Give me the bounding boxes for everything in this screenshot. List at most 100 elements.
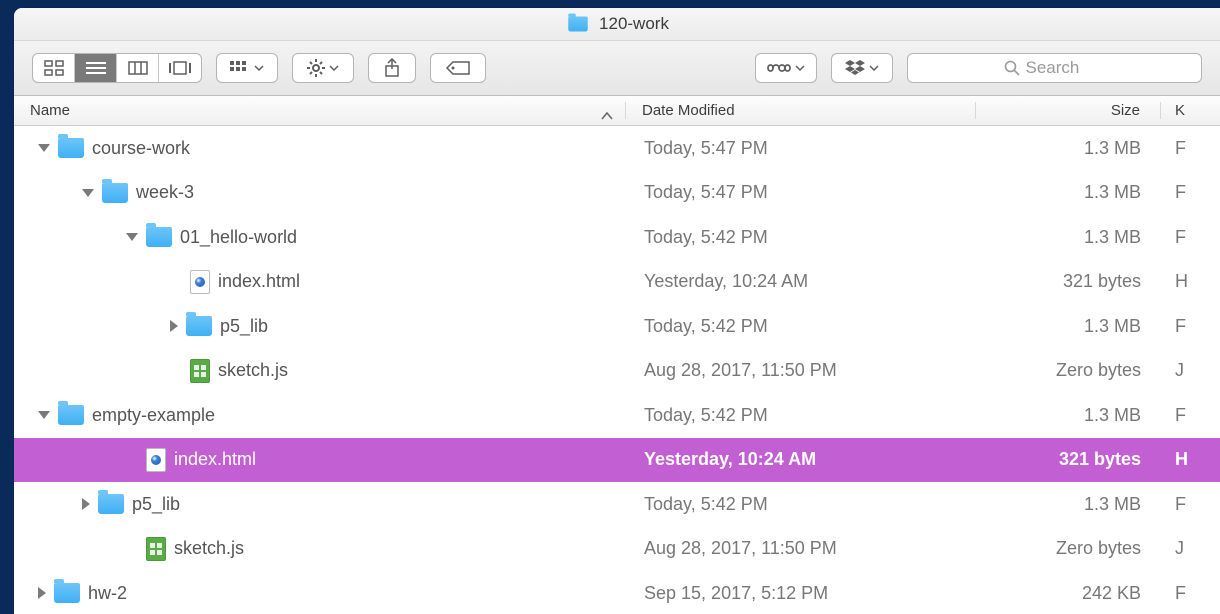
file-row[interactable]: empty-example Today, 5:42 PM1.3 MBF [14, 393, 1220, 438]
file-name: sketch.js [174, 538, 244, 559]
chevron-down-icon [795, 65, 805, 71]
chevron-down-icon [254, 65, 264, 71]
folder-icon [186, 316, 212, 336]
search-input[interactable] [1026, 58, 1106, 78]
folder-icon [58, 405, 84, 425]
file-kind: F [1161, 405, 1201, 426]
folder-icon [102, 183, 128, 203]
file-size: Zero bytes [976, 360, 1161, 381]
infinity-button[interactable] [755, 53, 817, 83]
column-header-kind[interactable]: K [1161, 102, 1201, 119]
view-gallery-button[interactable] [159, 54, 201, 82]
html-file-icon [190, 270, 210, 294]
folder-icon [98, 494, 124, 514]
finder-window: 120-work [14, 8, 1220, 614]
file-name: index.html [218, 271, 300, 292]
arrange-button[interactable] [216, 53, 278, 83]
file-row[interactable]: index.htmlYesterday, 10:24 AM321 bytesH [14, 260, 1220, 305]
file-date: Yesterday, 10:24 AM [626, 449, 976, 470]
file-row[interactable]: course-workToday, 5:47 PM1.3 MBF [14, 126, 1220, 171]
window-title: 120-work [599, 14, 669, 34]
file-row[interactable]: 01_hello-worldToday, 5:42 PM1.3 MBF [14, 215, 1220, 260]
js-file-icon [190, 359, 210, 383]
file-kind: H [1161, 271, 1201, 292]
file-date: Today, 5:42 PM [626, 494, 976, 515]
html-file-icon [146, 448, 166, 472]
disclosure-open-icon[interactable] [126, 233, 138, 241]
file-date: Aug 28, 2017, 11:50 PM [626, 360, 976, 381]
js-file-icon [146, 537, 166, 561]
file-kind: F [1161, 138, 1201, 159]
disclosure-open-icon[interactable] [38, 144, 50, 152]
file-name: course-work [92, 138, 190, 159]
file-size: 1.3 MB [976, 405, 1161, 426]
column-header-date[interactable]: Date Modified [626, 102, 976, 119]
disclosure-closed-icon[interactable] [82, 498, 90, 510]
view-mode-segment [32, 53, 202, 83]
file-name: week-3 [136, 182, 194, 203]
file-row[interactable]: sketch.js Aug 28, 2017, 11:50 PMZero byte… [14, 527, 1220, 572]
chevron-down-icon [869, 65, 879, 71]
file-kind: F [1161, 494, 1201, 515]
file-row[interactable]: p5_lib Today, 5:42 PM1.3 MBF [14, 482, 1220, 527]
infinity-icon [767, 62, 791, 74]
file-size: Zero bytes [976, 538, 1161, 559]
disclosure-open-icon[interactable] [38, 411, 50, 419]
share-button[interactable] [368, 53, 416, 83]
file-size: 321 bytes [976, 449, 1161, 470]
titlebar[interactable]: 120-work [14, 8, 1220, 41]
file-kind: H [1161, 449, 1201, 470]
file-kind: J [1161, 538, 1201, 559]
file-name: 01_hello-world [180, 227, 297, 248]
file-date: Today, 5:47 PM [626, 138, 976, 159]
disclosure-open-icon[interactable] [82, 189, 94, 197]
folder-icon [146, 227, 172, 247]
file-name: hw-2 [88, 583, 127, 604]
file-row[interactable]: index.html Yesterday, 10:24 AM321 bytesH [14, 438, 1220, 483]
view-column-button[interactable] [117, 54, 159, 82]
icon-view-icon [44, 60, 64, 76]
file-date: Today, 5:42 PM [626, 316, 976, 337]
search-field[interactable] [907, 53, 1202, 83]
file-name: empty-example [92, 405, 215, 426]
sort-ascending-icon [601, 111, 613, 121]
search-icon [1004, 60, 1020, 76]
dropbox-icon [845, 60, 865, 76]
file-row[interactable]: hw-2Sep 15, 2017, 5:12 PM242 KBF [14, 571, 1220, 614]
view-icon-button[interactable] [33, 54, 75, 82]
file-size: 1.3 MB [976, 227, 1161, 248]
file-name: sketch.js [218, 360, 288, 381]
file-kind: F [1161, 182, 1201, 203]
file-name: p5_lib [132, 494, 180, 515]
file-size: 1.3 MB [976, 316, 1161, 337]
folder-icon [54, 583, 80, 603]
file-row[interactable]: p5_lib Today, 5:42 PM1.3 MBF [14, 304, 1220, 349]
disclosure-closed-icon[interactable] [170, 320, 178, 332]
file-list: course-workToday, 5:47 PM1.3 MBFweek-3To… [14, 126, 1220, 614]
file-date: Yesterday, 10:24 AM [626, 271, 976, 292]
file-date: Aug 28, 2017, 11:50 PM [626, 538, 976, 559]
tags-button[interactable] [430, 53, 486, 83]
file-row[interactable]: sketch.js Aug 28, 2017, 11:50 PMZero byte… [14, 349, 1220, 394]
dropbox-button[interactable] [831, 53, 893, 83]
view-list-button[interactable] [75, 54, 117, 82]
column-header-name[interactable]: Name [14, 102, 626, 119]
arrange-icon [230, 61, 250, 75]
toolbar [14, 41, 1220, 96]
file-name: p5_lib [220, 316, 268, 337]
file-date: Today, 5:42 PM [626, 227, 976, 248]
file-name: index.html [174, 449, 256, 470]
action-button[interactable] [292, 53, 354, 83]
file-date: Today, 5:47 PM [626, 182, 976, 203]
disclosure-closed-icon[interactable] [38, 587, 46, 599]
file-date: Today, 5:42 PM [626, 405, 976, 426]
column-header-size[interactable]: Size [976, 102, 1161, 119]
column-headers: Name Date Modified Size K [14, 96, 1220, 126]
file-row[interactable]: week-3Today, 5:47 PM1.3 MBF [14, 171, 1220, 216]
column-view-icon [128, 61, 148, 75]
tag-icon [445, 60, 471, 76]
file-size: 1.3 MB [976, 494, 1161, 515]
folder-icon [58, 138, 84, 158]
file-kind: F [1161, 316, 1201, 337]
file-date: Sep 15, 2017, 5:12 PM [626, 583, 976, 604]
